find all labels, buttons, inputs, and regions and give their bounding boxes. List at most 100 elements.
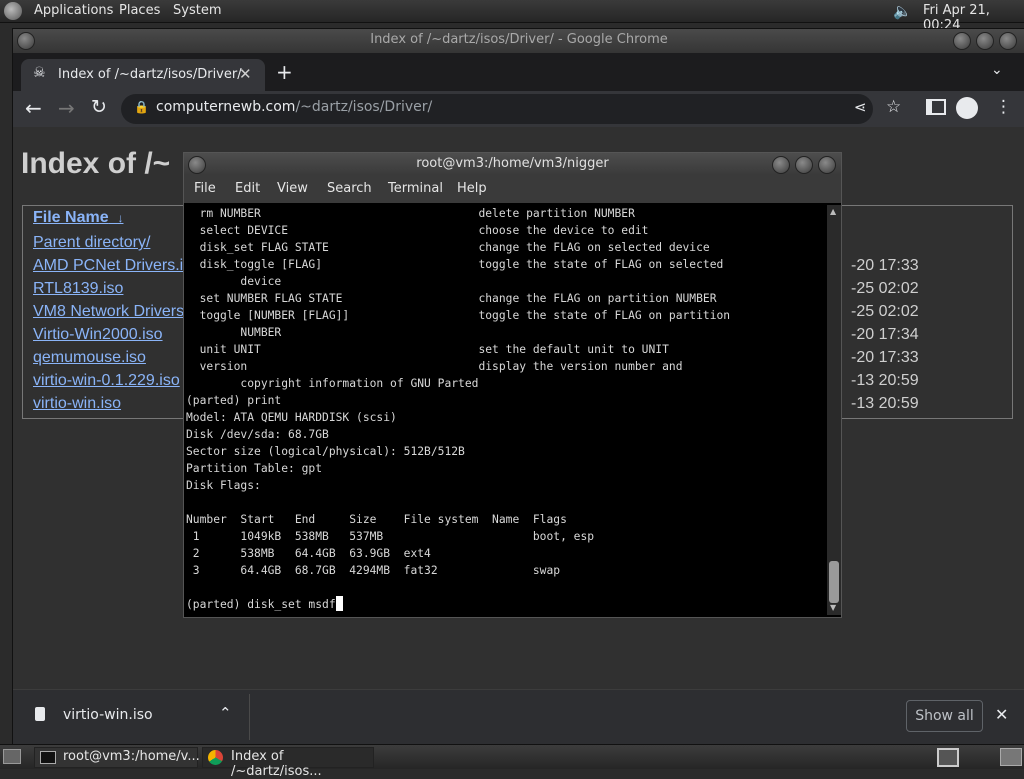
tab-title: Index of /~dartz/isos/Driver/ [58, 67, 242, 82]
show-all-button[interactable]: Show all [906, 700, 983, 732]
file-link[interactable]: Parent directory/ [33, 234, 150, 251]
scroll-up-icon[interactable]: ▲ [830, 207, 836, 216]
chevron-up-icon[interactable]: ⌃ [219, 704, 232, 722]
file-date: -20 17:33 [851, 257, 919, 274]
terminal-line: 2 538MB 64.4GB 63.9GB ext4 [192, 547, 431, 560]
back-icon[interactable]: ← [25, 96, 42, 120]
prompt-line: (parted) disk_set msdf [186, 598, 336, 611]
terminal-line: NUMBER [240, 326, 282, 339]
menu-view[interactable]: View [277, 181, 308, 196]
url-host: computernewb.com [156, 99, 296, 115]
bottom-panel: root@vm3:/home/v... Index of /~dartz/iso… [0, 744, 1024, 779]
file-date: -13 20:59 [851, 372, 919, 389]
terminal-titlebar[interactable]: root@vm3:/home/vm3/nigger [184, 153, 841, 175]
favicon-icon: ☠ [33, 65, 46, 81]
bookmark-star-icon[interactable]: ☆ [886, 97, 901, 117]
window-menu-icon[interactable] [17, 32, 35, 50]
share-icon[interactable]: ⋖ [854, 98, 867, 116]
taskbar-item-label: root@vm3:/home/v... [63, 749, 200, 764]
terminal-line: Disk /dev/sda: 68.7GB [186, 428, 329, 441]
address-bar[interactable]: 🔒 computernewb.com/~dartz/isos/Driver/ ⋖ [121, 94, 873, 124]
file-link[interactable]: AMD PCNet Drivers.i [33, 257, 183, 274]
terminal-line: Disk Flags: [186, 479, 261, 492]
menu-places[interactable]: Places [119, 3, 160, 18]
divider [249, 694, 250, 740]
file-icon [35, 707, 45, 721]
close-window-icon[interactable] [999, 32, 1017, 50]
new-tab-icon[interactable]: + [276, 60, 293, 84]
terminal-line: disk_toggle [FLAG] toggle the state of F… [199, 258, 724, 271]
taskbar-item-terminal[interactable]: root@vm3:/home/v... [34, 747, 200, 768]
tab-strip: ☠ Index of /~dartz/isos/Driver/ ✕ + ⌄ [13, 53, 1024, 91]
more-menu-icon[interactable]: ⋮ [995, 97, 1012, 117]
file-link[interactable]: VM8 Network Drivers [33, 303, 184, 320]
scroll-down-icon[interactable]: ▼ [830, 603, 836, 612]
file-link[interactable]: Virtio-Win2000.iso [33, 326, 163, 343]
close-window-icon[interactable] [818, 156, 836, 174]
menu-terminal[interactable]: Terminal [388, 181, 443, 196]
taskbar-item-chrome[interactable]: Index of /~dartz/isos... [202, 747, 374, 779]
tab-active[interactable]: ☠ Index of /~dartz/isos/Driver/ ✕ [21, 59, 265, 91]
workspace-switcher-icon[interactable] [937, 748, 959, 767]
terminal-line: copyright information of GNU Parted [240, 377, 479, 390]
terminal-scrollbar[interactable]: ▲ ▼ [827, 205, 841, 615]
column-file-name[interactable]: File Name ↓ [33, 209, 123, 227]
file-link[interactable]: virtio-win.iso [33, 395, 121, 412]
file-date: -13 20:59 [851, 395, 919, 412]
window-menu-icon[interactable] [188, 156, 206, 174]
top-panel: Applications Places System 🔈 Fri Apr 21,… [0, 0, 1024, 33]
toolbar: ← → ↻ 🔒 computernewb.com/~dartz/isos/Dri… [13, 91, 1024, 127]
terminal-line: rm NUMBER delete partition NUMBER [199, 207, 635, 220]
download-shelf: virtio-win.iso ⌃ Show all ✕ [13, 689, 1024, 744]
file-link[interactable]: qemumouse.iso [33, 349, 146, 366]
sort-arrow-icon: ↓ [117, 211, 124, 225]
minimize-icon[interactable] [953, 32, 971, 50]
url-path: /~dartz/isos/Driver/ [295, 99, 433, 115]
terminal-line: unit UNIT set the default unit to UNIT [199, 343, 669, 356]
gnome-menu-icon[interactable] [4, 2, 22, 20]
show-desktop-icon[interactable] [3, 749, 21, 764]
download-item[interactable]: virtio-win.iso ⌃ [21, 696, 246, 736]
terminal-line: device [240, 275, 282, 288]
download-file-name: virtio-win.iso [63, 707, 153, 723]
terminal-line: toggle [NUMBER [FLAG]] toggle the state … [199, 309, 731, 322]
close-shelf-icon[interactable]: ✕ [995, 705, 1008, 724]
file-date: -25 02:02 [851, 303, 919, 320]
forward-icon[interactable]: → [58, 96, 75, 120]
maximize-icon[interactable] [976, 32, 994, 50]
menu-file[interactable]: File [194, 181, 216, 196]
file-date: -20 17:33 [851, 349, 919, 366]
terminal-title: root@vm3:/home/vm3/nigger [416, 156, 609, 171]
trash-icon[interactable] [1000, 748, 1022, 766]
file-date: -20 17:34 [851, 326, 919, 343]
terminal-output[interactable]: rm NUMBER delete partition NUMBER select… [186, 205, 824, 615]
terminal-line: 3 64.4GB 68.7GB 4294MB fat32 swap [192, 564, 561, 577]
file-link[interactable]: RTL8139.iso [33, 280, 123, 297]
menu-search[interactable]: Search [327, 181, 372, 196]
terminal-line: (parted) print [186, 394, 282, 407]
tab-close-icon[interactable]: ✕ [239, 65, 252, 83]
menu-edit[interactable]: Edit [235, 181, 260, 196]
terminal-line: Partition Table: gpt [186, 462, 323, 475]
tab-search-chevron-icon[interactable]: ⌄ [991, 62, 1003, 78]
terminal-line: disk_set FLAG STATE change the FLAG on s… [199, 241, 710, 254]
minimize-icon[interactable] [772, 156, 790, 174]
terminal-icon [40, 751, 56, 764]
terminal-line: Number Start End Size File system Name F… [186, 513, 567, 526]
file-date: -25 02:02 [851, 280, 919, 297]
terminal-menubar: File Edit View Search Terminal Help [184, 175, 841, 203]
side-panel-icon[interactable] [926, 99, 946, 115]
reload-icon[interactable]: ↻ [91, 96, 107, 118]
lock-icon[interactable]: 🔒 [134, 100, 149, 114]
menu-applications[interactable]: Applications [34, 3, 113, 18]
profile-avatar-icon[interactable] [956, 97, 978, 119]
chrome-titlebar[interactable]: Index of /~dartz/isos/Driver/ - Google C… [13, 29, 1024, 53]
menu-help[interactable]: Help [457, 181, 487, 196]
terminal-line: Model: ATA QEMU HARDDISK (scsi) [186, 411, 397, 424]
taskbar-item-label: Index of /~dartz/isos... [231, 749, 322, 779]
file-link[interactable]: virtio-win-0.1.229.iso [33, 372, 180, 389]
maximize-icon[interactable] [795, 156, 813, 174]
volume-icon[interactable]: 🔈 [893, 2, 912, 20]
menu-system[interactable]: System [173, 3, 221, 18]
scroll-thumb[interactable] [829, 561, 839, 603]
